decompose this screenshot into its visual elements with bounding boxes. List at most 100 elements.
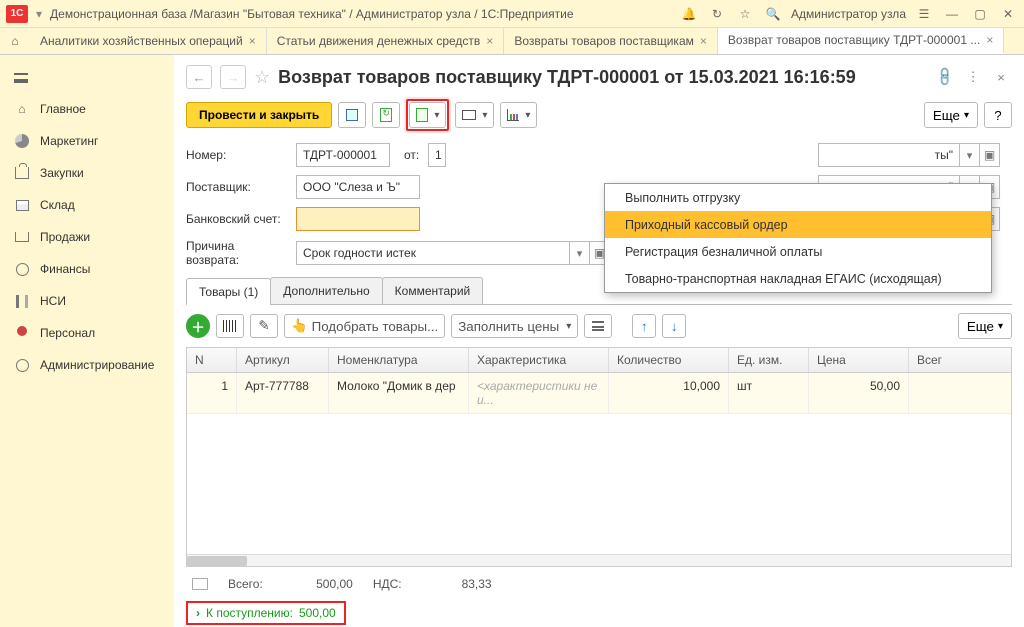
barcode-button[interactable]	[216, 314, 244, 338]
totals-bar: Всего: 500,00 НДС: 83,33	[186, 567, 1012, 597]
sidebar-item-admin[interactable]: Администрирование	[0, 349, 174, 381]
barcode-icon	[223, 320, 237, 332]
number-field[interactable]: ТДРТ-000001	[296, 143, 390, 167]
history-back-icon[interactable]: ▾	[36, 7, 42, 21]
user-label[interactable]: Администратор узла	[791, 7, 906, 21]
org-field[interactable]: ты"	[818, 143, 960, 167]
sidebar-item-purchasing[interactable]: Закупки	[0, 157, 174, 189]
col-unit[interactable]: Ед. изм.	[729, 348, 809, 372]
close-window-icon[interactable]: ✕	[998, 4, 1018, 24]
tab-1[interactable]: Статьи движения денежных средств×	[267, 28, 505, 54]
goods-toolbar: ＋ ✎ 👆Подобрать товары... Заполнить цены …	[186, 305, 1012, 347]
nav-fwd-button[interactable]: →	[220, 65, 246, 89]
box-icon	[14, 197, 30, 213]
goods-grid: N Артикул Номенклатура Характеристика Ко…	[186, 347, 1012, 567]
post-button[interactable]	[372, 102, 400, 128]
search-icon[interactable]: 🔍	[763, 4, 783, 24]
open-icon[interactable]: ▣	[980, 143, 1000, 167]
menu-item-cash-order[interactable]: Приходный кассовый ордер	[605, 211, 991, 238]
fill-prices-button[interactable]: Заполнить цены	[451, 314, 578, 338]
list-button[interactable]	[584, 314, 612, 338]
col-price[interactable]: Цена	[809, 348, 909, 372]
edit-button[interactable]: ✎	[250, 314, 278, 338]
tab-goods[interactable]: Товары (1)	[186, 278, 271, 305]
minimize-icon[interactable]: —	[942, 4, 962, 24]
menu-item-ttn-egais[interactable]: Товарно-транспортная накладная ЕГАИС (ис…	[605, 265, 991, 292]
cell-unit: шт	[729, 373, 809, 413]
home-tab[interactable]: ⌂	[0, 28, 30, 54]
sidebar-item-stock[interactable]: Склад	[0, 189, 174, 221]
pick-goods-button[interactable]: 👆Подобрать товары...	[284, 314, 445, 338]
create-based-on-button[interactable]	[409, 102, 446, 128]
sidebar-item-main[interactable]: ⌂Главное	[0, 93, 174, 125]
sidebar-toggle[interactable]	[0, 63, 174, 93]
col-sku[interactable]: Артикул	[237, 348, 329, 372]
nav-back-button[interactable]: ←	[186, 65, 212, 89]
bank-field[interactable]	[296, 207, 420, 231]
tab-2[interactable]: Возвраты товаров поставщикам×	[504, 28, 718, 54]
tab-comment[interactable]: Комментарий	[382, 277, 484, 304]
help-button[interactable]: ?	[984, 102, 1012, 128]
sidebar-item-sales[interactable]: Продажи	[0, 221, 174, 253]
settings-lines-icon[interactable]: ☰	[914, 4, 934, 24]
bell-icon[interactable]: 🔔	[679, 4, 699, 24]
link-icon[interactable]: 🔗	[934, 66, 956, 88]
sidebar-item-nsi[interactable]: НСИ	[0, 285, 174, 317]
vat-value: 83,33	[422, 577, 492, 591]
dropdown-icon[interactable]: ▾	[960, 143, 980, 167]
create-based-on-menu: Выполнить отгрузку Приходный кассовый ор…	[604, 183, 992, 293]
sidebar-item-personal[interactable]: Персонал	[0, 317, 174, 349]
number-label: Номер:	[186, 148, 288, 162]
col-name[interactable]: Номенклатура	[329, 348, 469, 372]
col-char[interactable]: Характеристика	[469, 348, 609, 372]
print-button[interactable]	[455, 102, 494, 128]
menu-item-cashless[interactable]: Регистрация безналичной оплаты	[605, 238, 991, 265]
close-icon[interactable]: ×	[700, 34, 707, 48]
dropdown-icon[interactable]: ▾	[570, 241, 590, 265]
history-icon[interactable]: ↻	[707, 4, 727, 24]
save-button[interactable]	[338, 102, 366, 128]
post-close-button[interactable]: Провести и закрыть	[186, 102, 332, 128]
supplier-field[interactable]: ООО "Слеза и Ъ"	[296, 175, 420, 199]
hamburger-icon	[14, 73, 28, 83]
col-qty[interactable]: Количество	[609, 348, 729, 372]
tab-extra[interactable]: Дополнительно	[270, 277, 382, 304]
reports-button[interactable]	[500, 102, 537, 128]
goods-more-button[interactable]: Еще▾	[958, 313, 1012, 339]
save-icon	[346, 109, 358, 121]
gear-icon	[14, 357, 30, 373]
sidebar-item-finance[interactable]: Финансы	[0, 253, 174, 285]
star-icon[interactable]: ☆	[735, 4, 755, 24]
reason-field[interactable]: Срок годности истек	[296, 241, 570, 265]
add-row-button[interactable]: ＋	[186, 314, 210, 338]
close-icon[interactable]: ×	[486, 34, 493, 48]
move-down-button[interactable]: ↓	[662, 314, 686, 338]
table-row[interactable]: 1 Арт-777788 Молоко "Домик в дер <характ…	[187, 373, 1011, 414]
total-value: 500,00	[283, 577, 353, 591]
cell-char: <характеристики не и...	[469, 373, 609, 413]
date-field[interactable]: 1	[428, 143, 446, 167]
tab-3[interactable]: Возврат товаров поставщику ТДРТ-000001 .…	[718, 28, 1004, 54]
horizontal-scrollbar[interactable]	[187, 554, 1011, 566]
to-receive-link[interactable]: › К поступлению: 500,00	[186, 601, 346, 625]
ot-label: от:	[398, 143, 420, 167]
kebab-icon[interactable]: ⋮	[962, 66, 984, 88]
close-doc-icon[interactable]: ×	[990, 66, 1012, 88]
col-n[interactable]: N	[187, 348, 237, 372]
pencil-icon: ✎	[258, 318, 269, 334]
move-up-button[interactable]: ↑	[632, 314, 656, 338]
tab-0[interactable]: Аналитики хозяйственных операций×	[30, 28, 267, 54]
sidebar-item-marketing[interactable]: Маркетинг	[0, 125, 174, 157]
close-icon[interactable]: ×	[249, 34, 256, 48]
col-total[interactable]: Всег	[909, 348, 1011, 372]
vat-label: НДС:	[373, 577, 402, 591]
maximize-icon[interactable]: ▢	[970, 4, 990, 24]
close-icon[interactable]: ×	[986, 33, 993, 47]
more-button[interactable]: Еще▾	[924, 102, 978, 128]
menu-item-shipment[interactable]: Выполнить отгрузку	[605, 184, 991, 211]
favorite-star-icon[interactable]: ☆	[254, 67, 270, 88]
post-icon	[380, 108, 392, 122]
home-icon: ⌂	[14, 101, 30, 117]
grid-header: N Артикул Номенклатура Характеристика Ко…	[187, 348, 1011, 373]
cell-n: 1	[187, 373, 237, 413]
